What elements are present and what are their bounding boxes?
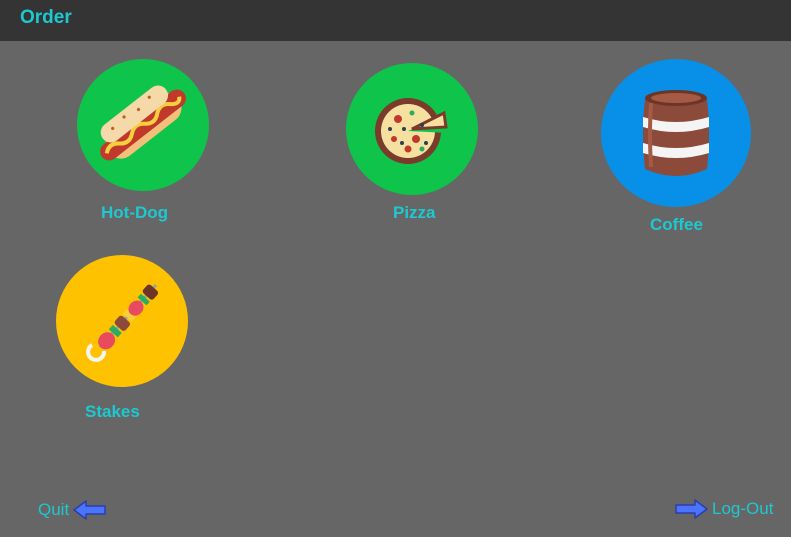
menu-item-pizza-label: Pizza [393, 203, 436, 222]
menu-item-stakes[interactable]: Stakes [56, 255, 188, 423]
menu-item-hotdog-label: Hot-Dog [101, 203, 169, 222]
quit-button[interactable]: Quit [38, 498, 108, 522]
skewer-icon [56, 255, 188, 387]
logout-button[interactable]: Log-Out [673, 497, 773, 521]
arrow-left-icon [73, 500, 106, 520]
quit-label: Quit [38, 500, 70, 519]
title-bar: Order [0, 0, 791, 41]
arrow-right-icon [675, 499, 708, 519]
logout-label: Log-Out [712, 499, 774, 518]
page-title: Order [20, 7, 72, 28]
pizza-icon [346, 63, 478, 195]
menu-item-coffee-label: Coffee [650, 215, 703, 234]
hot-dog-icon [77, 59, 209, 191]
menu-item-pizza[interactable]: Pizza [346, 63, 478, 228]
menu-item-coffee[interactable]: Coffee [601, 59, 751, 239]
menu-item-hotdog[interactable]: Hot-Dog [77, 59, 209, 224]
coffee-barrel-icon [601, 59, 751, 207]
menu-item-stakes-label: Stakes [85, 402, 140, 421]
